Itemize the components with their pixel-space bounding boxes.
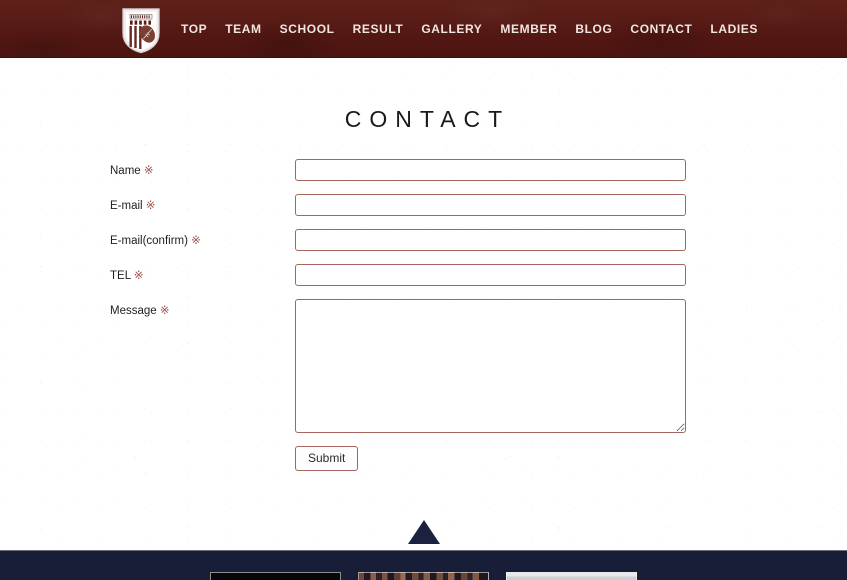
label-name-text: Name bbox=[110, 165, 141, 177]
label-message: Message ※ bbox=[110, 299, 295, 319]
label-email: E-mail ※ bbox=[110, 194, 295, 214]
email-confirm-input[interactable] bbox=[295, 229, 686, 251]
main-content: CONTACT Name ※ E-mail ※ E-mail(confirm) … bbox=[0, 58, 847, 545]
scroll-to-top-button[interactable] bbox=[407, 519, 441, 545]
form-row-email-confirm: E-mail(confirm) ※ bbox=[110, 229, 847, 251]
footer-banner-list bbox=[0, 572, 847, 580]
required-mark-icon: ※ bbox=[191, 235, 201, 247]
nav-item-blog[interactable]: BLOG bbox=[566, 17, 621, 41]
nav-item-school[interactable]: SCHOOL bbox=[271, 17, 344, 41]
label-tel: TEL ※ bbox=[110, 264, 295, 284]
footer-banner-3[interactable] bbox=[506, 572, 637, 580]
nav-item-contact[interactable]: CONTACT bbox=[621, 17, 701, 41]
form-row-email: E-mail ※ bbox=[110, 194, 847, 216]
contact-form: Name ※ E-mail ※ E-mail(confirm) ※ TEL ※ bbox=[0, 159, 847, 472]
form-row-message: Message ※ bbox=[110, 299, 847, 433]
label-email-confirm: E-mail(confirm) ※ bbox=[110, 229, 295, 249]
email-input[interactable] bbox=[295, 194, 686, 216]
label-tel-text: TEL bbox=[110, 270, 131, 282]
submit-spacer bbox=[110, 446, 295, 471]
footer-banner-2[interactable] bbox=[358, 572, 489, 580]
nav-item-result[interactable]: RESULT bbox=[344, 17, 413, 41]
label-message-text: Message bbox=[110, 305, 157, 317]
site-footer bbox=[0, 550, 847, 580]
page-title: CONTACT bbox=[344, 106, 511, 132]
required-mark-icon: ※ bbox=[159, 305, 170, 317]
name-input[interactable] bbox=[295, 159, 686, 181]
form-row-tel: TEL ※ bbox=[110, 264, 847, 286]
required-mark-icon: ※ bbox=[145, 200, 156, 212]
required-mark-icon: ※ bbox=[143, 165, 154, 177]
footer-banner-1[interactable] bbox=[210, 572, 341, 580]
required-mark-icon: ※ bbox=[133, 270, 144, 282]
label-email-confirm-text: E-mail(confirm) bbox=[110, 235, 188, 247]
site-header: TOP TEAM SCHOOL RESULT GALLERY MEMBER BL… bbox=[0, 0, 847, 58]
message-textarea[interactable] bbox=[295, 299, 686, 433]
nav-item-top[interactable]: TOP bbox=[172, 17, 216, 41]
nav-item-team[interactable]: TEAM bbox=[216, 17, 270, 41]
submit-button[interactable]: Submit bbox=[295, 446, 359, 472]
nav-item-member[interactable]: MEMBER bbox=[491, 17, 566, 41]
tel-input[interactable] bbox=[295, 264, 686, 286]
label-email-text: E-mail bbox=[110, 200, 143, 212]
form-row-name: Name ※ bbox=[110, 159, 847, 181]
nav-item-gallery[interactable]: GALLERY bbox=[412, 17, 491, 41]
label-name: Name ※ bbox=[110, 159, 295, 179]
triangle-up-icon bbox=[407, 520, 440, 545]
submit-row: Submit bbox=[110, 446, 847, 472]
nav-item-ladies[interactable]: LADIES bbox=[701, 17, 767, 41]
main-navigation: TOP TEAM SCHOOL RESULT GALLERY MEMBER BL… bbox=[0, 0, 847, 58]
